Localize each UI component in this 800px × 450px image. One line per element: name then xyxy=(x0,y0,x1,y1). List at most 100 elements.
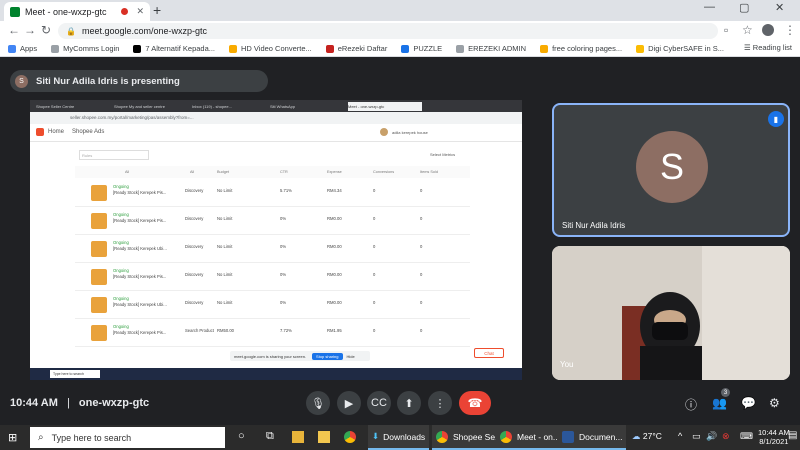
ad-product-name[interactable]: [Ready Stock] Kerepek Pis... xyxy=(113,330,166,335)
presenting-text: Siti Nur Adila Idris is presenting xyxy=(36,75,180,87)
shop-name: adila kerepek house xyxy=(392,130,428,135)
table-row[interactable]: Ongoing [Ready Stock] Kerepek Pis... Searc… xyxy=(75,320,470,347)
ads-search-input[interactable]: Rules xyxy=(79,150,149,160)
bookmark-item[interactable]: free coloring pages... xyxy=(540,44,622,53)
ad-product-name[interactable]: [Ready Stock] Kerepek Pis... xyxy=(113,190,166,195)
menu-kebab-icon[interactable]: ⋮ xyxy=(784,23,796,37)
table-row[interactable]: Ongoing [Ready Stock] Kerepek Ubi... Disco… xyxy=(75,292,470,319)
th-ctr[interactable]: CTR xyxy=(280,170,288,174)
calculator-app-icon[interactable] xyxy=(292,431,304,443)
cortana-icon[interactable]: ○ xyxy=(238,430,245,442)
meeting-details-icon[interactable]: ⓘ xyxy=(685,396,697,413)
breadcrumb-home[interactable]: Home xyxy=(48,129,64,135)
chat-icon[interactable]: 💬 xyxy=(741,396,756,410)
notifications-icon[interactable]: ▤ xyxy=(788,430,797,441)
taskbar-clock[interactable]: 10:44 AM 8/1/2021 xyxy=(758,428,790,446)
ad-product-name[interactable]: [Ready Stock] Kerepek Ubi... xyxy=(113,302,167,307)
camera-icon[interactable]: ▶ xyxy=(337,391,361,415)
bookmark-favicon-icon xyxy=(456,44,465,53)
reading-list-button[interactable]: ☰ Reading list xyxy=(744,43,792,52)
close-window-icon[interactable]: ✕ xyxy=(775,1,784,14)
tab-close-icon[interactable]: ✕ xyxy=(136,6,144,17)
minimize-icon[interactable]: — xyxy=(704,1,715,13)
bookmark-item[interactable]: Digi CyberSAFE in S... xyxy=(636,44,724,53)
volume-icon[interactable]: 🔊 xyxy=(706,431,717,442)
back-icon[interactable]: ← xyxy=(8,23,20,37)
language-icon[interactable]: ⌨ xyxy=(740,431,753,442)
cell-budget: No Limit xyxy=(217,244,233,249)
ads-table-panel: Rules Select Metrics All All Budget CTR … xyxy=(75,144,470,380)
cell-conv: 0 xyxy=(373,328,376,333)
bookmark-label: PUZZLE xyxy=(413,44,443,53)
table-row[interactable]: Ongoing [Ready Stock] Kerepek Pis... Disco… xyxy=(75,208,470,235)
forward-icon[interactable]: → xyxy=(24,23,36,37)
th-conversions[interactable]: Conversions xyxy=(373,170,394,174)
participant-tile-siti[interactable]: ▮ S Siti Nur Adila Idris xyxy=(552,103,790,237)
weather-temp: 27°C xyxy=(642,431,662,441)
file-explorer-icon[interactable] xyxy=(318,431,330,443)
cell-sold: 0 xyxy=(420,244,423,249)
more-options-icon[interactable]: ⋮ xyxy=(428,391,452,415)
bookmark-label: MyComms Login xyxy=(63,44,120,53)
windows-start-icon[interactable]: ⊞ xyxy=(8,431,17,444)
end-call-button[interactable]: ☎ xyxy=(459,391,491,415)
product-thumbnail xyxy=(91,241,107,257)
self-video-tile[interactable]: You xyxy=(552,246,790,380)
th-expense[interactable]: Expense xyxy=(327,170,342,174)
bookmark-item[interactable]: HD Video Converte... xyxy=(229,44,312,53)
select-metrics-button[interactable]: Select Metrics xyxy=(430,152,455,157)
restore-icon[interactable]: ▢ xyxy=(739,1,749,14)
profile-avatar[interactable] xyxy=(762,24,774,36)
shared-tab: Inbox (119) - shopee... xyxy=(192,104,232,109)
table-row[interactable]: Ongoing [Ready Stock] Kerepek Ubi... Disco… xyxy=(75,236,470,263)
product-thumbnail xyxy=(91,325,107,341)
people-icon[interactable]: 👥 xyxy=(712,396,727,410)
table-row[interactable]: Ongoing [Ready Stock] Kerepek Pis... Disco… xyxy=(75,180,470,207)
shopee-chat-button[interactable]: Chat xyxy=(474,348,504,358)
bookmark-item[interactable]: 7 Alternatif Kepada... xyxy=(133,44,215,53)
taskbar-downloads[interactable]: ⬇ Downloads xyxy=(368,425,430,450)
browser-tab-meet[interactable]: Meet - one-wxzp-gtc ✕ xyxy=(4,2,150,21)
task-view-icon[interactable]: ⧉ xyxy=(266,430,274,443)
table-row[interactable]: Ongoing [Ready Stock] Kerepek Pis... Disco… xyxy=(75,264,470,291)
hide-button[interactable]: Hide xyxy=(347,354,355,359)
cell-ctr: 0% xyxy=(280,272,287,277)
taskbar-search[interactable]: ⌕ Type here to search xyxy=(30,427,225,448)
th-status[interactable]: All xyxy=(125,170,129,174)
cell-sold: 0 xyxy=(420,188,423,193)
taskbar-meet[interactable]: Meet - on... xyxy=(496,425,564,450)
ad-product-name[interactable]: [Ready Stock] Kerepek Pis... xyxy=(113,274,166,279)
ad-product-name[interactable]: [Ready Stock] Kerepek Pis... xyxy=(113,218,166,223)
activities-icon[interactable]: ⚙ xyxy=(769,396,780,410)
microphone-icon[interactable]: 🎙 xyxy=(306,391,330,415)
bookmark-item[interactable]: PUZZLE xyxy=(401,44,442,53)
ad-product-name[interactable]: [Ready Stock] Kerepek Ubi... xyxy=(113,246,167,251)
bookmark-star-icon[interactable]: ☆ xyxy=(742,23,753,37)
weather-widget[interactable]: ☁ 27°C xyxy=(632,431,662,442)
camera-permission-icon[interactable]: ▫ xyxy=(724,23,728,37)
cell-ctr: 5.71% xyxy=(280,188,292,193)
chrome-app-icon[interactable] xyxy=(344,431,356,443)
taskbar-word[interactable]: Documen... xyxy=(558,425,627,450)
th-items-sold[interactable]: Items Sold xyxy=(420,170,438,174)
tray-up-arrow-icon[interactable]: ^ xyxy=(678,431,682,441)
clock-time: 10:44 AM xyxy=(758,428,790,437)
present-screen-icon[interactable]: ⬆ xyxy=(397,391,421,415)
antivirus-icon[interactable]: ⊗ xyxy=(722,431,730,442)
stop-sharing-button[interactable]: Stop sharing xyxy=(312,352,343,360)
bookmark-item[interactable]: eRezeki Daftar xyxy=(325,44,387,53)
captions-icon[interactable]: CC xyxy=(367,391,391,415)
address-bar[interactable]: 🔒 meet.google.com/one-wxzp-gtc xyxy=(58,23,718,39)
bookmark-item[interactable]: Apps xyxy=(8,44,37,53)
network-icon[interactable]: ▭ xyxy=(692,431,701,442)
bookmark-favicon-icon xyxy=(133,44,142,53)
new-tab-button[interactable]: + xyxy=(153,2,161,18)
bookmark-item[interactable]: EREZEKI ADMIN xyxy=(456,44,526,53)
th-type[interactable]: All xyxy=(190,170,194,174)
self-label: You xyxy=(560,360,574,369)
th-budget[interactable]: Budget xyxy=(217,170,229,174)
taskbar-shopee-label: Shopee Se... xyxy=(453,431,503,442)
reload-icon[interactable]: ↻ xyxy=(41,23,51,37)
clock-date: 8/1/2021 xyxy=(759,437,789,446)
bookmark-item[interactable]: MyComms Login xyxy=(51,44,119,53)
